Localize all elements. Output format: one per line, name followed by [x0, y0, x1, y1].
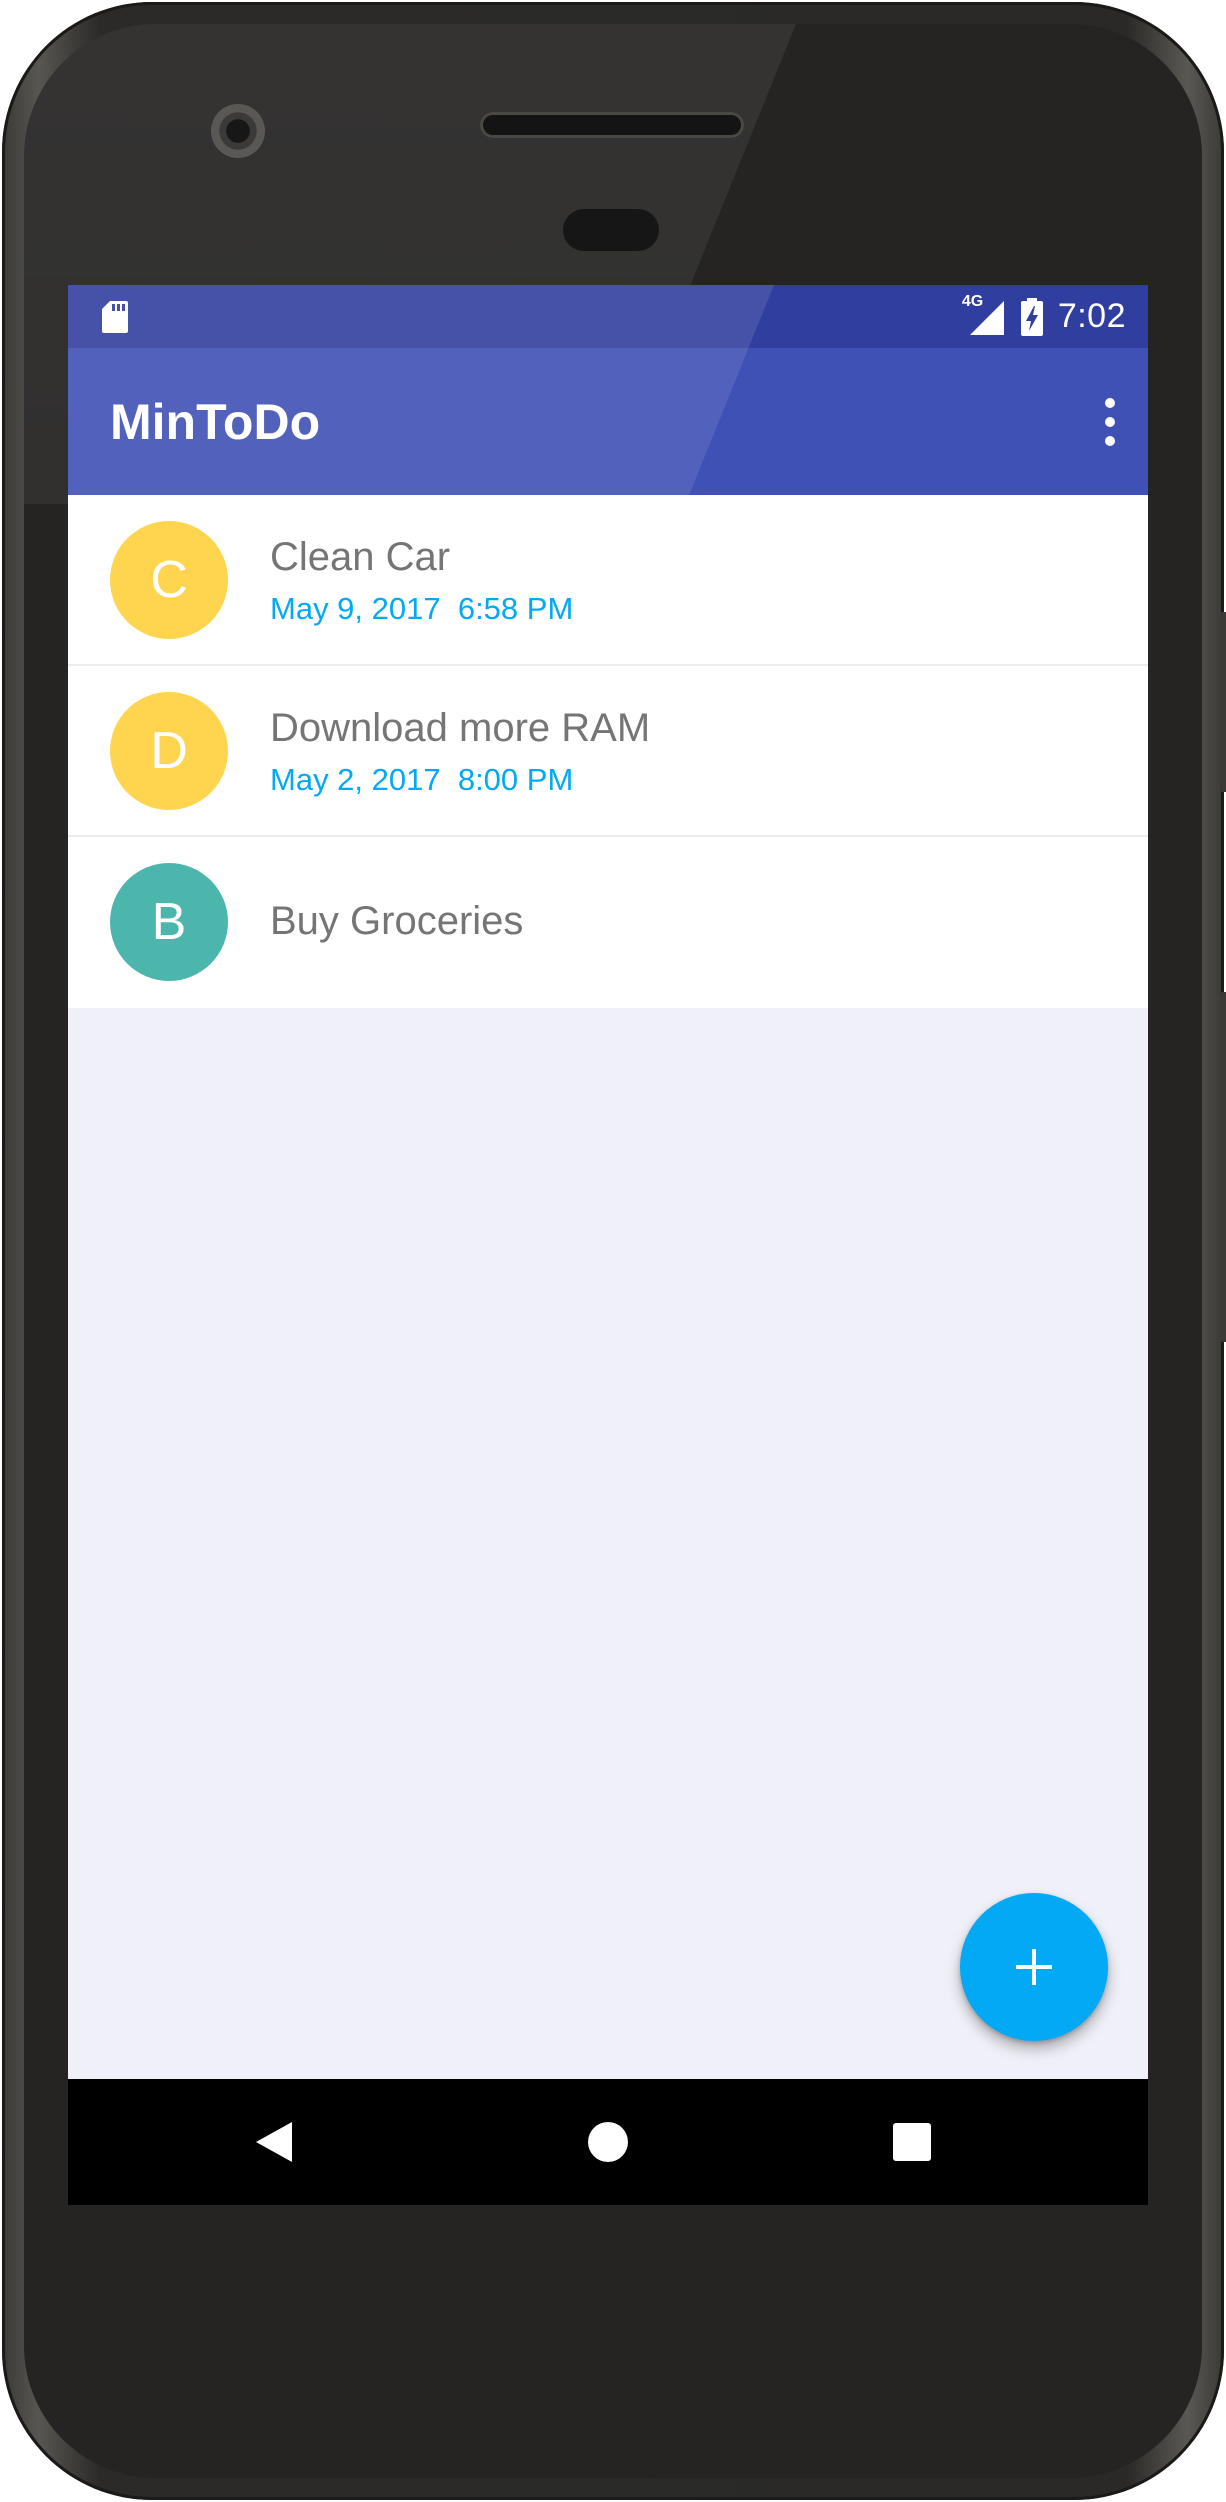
status-bar: 4G 7:02 — [68, 285, 1148, 348]
avatar-initial: B — [151, 893, 187, 951]
todo-reminder-date: May 9, 2017 6:58 PM — [270, 591, 574, 626]
todo-avatar: C — [110, 521, 228, 639]
todo-reminder-date: May 2, 2017 8:00 PM — [270, 762, 574, 797]
more-vert-icon[interactable] — [1100, 392, 1120, 452]
todo-title: Buy Groceries — [270, 899, 524, 943]
recents-button[interactable] — [852, 2079, 972, 2205]
back-icon — [256, 2122, 292, 2162]
recents-icon — [893, 2123, 931, 2161]
add-todo-button[interactable] — [960, 1893, 1108, 2041]
todo-item[interactable]: C Clean Car May 9, 2017 6:58 PM — [68, 495, 1148, 666]
network-type-label: 4G — [961, 292, 984, 310]
add-icon — [1016, 1949, 1052, 1985]
todo-title: Download more RAM — [270, 706, 651, 750]
todo-title: Clean Car — [270, 535, 451, 579]
battery-charging-icon — [1020, 297, 1043, 336]
status-clock: 7:02 — [1057, 297, 1126, 335]
power-button — [1220, 612, 1226, 792]
home-button[interactable] — [548, 2079, 668, 2205]
app-title: MinToDo — [110, 393, 321, 450]
proximity-sensor — [563, 209, 659, 251]
home-icon — [588, 2122, 628, 2162]
todo-list: C Clean Car May 9, 2017 6:58 PM D Downlo… — [68, 495, 1148, 1008]
todo-avatar: B — [110, 863, 228, 981]
earpiece-speaker — [480, 112, 744, 138]
todo-item[interactable]: D Download more RAM May 2, 2017 8:00 PM — [68, 666, 1148, 837]
sd-card-icon — [102, 301, 128, 333]
status-icons: 4G 7:02 — [962, 285, 1126, 348]
app-bar: MinToDo — [68, 348, 1148, 495]
todo-avatar: D — [110, 692, 228, 810]
avatar-initial: D — [150, 722, 188, 780]
back-button[interactable] — [214, 2079, 334, 2205]
volume-button — [1220, 992, 1226, 1342]
avatar-initial: C — [150, 551, 188, 609]
signal-icon: 4G — [962, 293, 1006, 337]
todo-item[interactable]: B Buy Groceries — [68, 837, 1148, 1008]
navigation-bar — [68, 2079, 1148, 2205]
front-camera — [211, 104, 265, 158]
screen: 4G 7:02 MinToDo C Clean Car May 9, 2017 … — [68, 285, 1148, 2205]
